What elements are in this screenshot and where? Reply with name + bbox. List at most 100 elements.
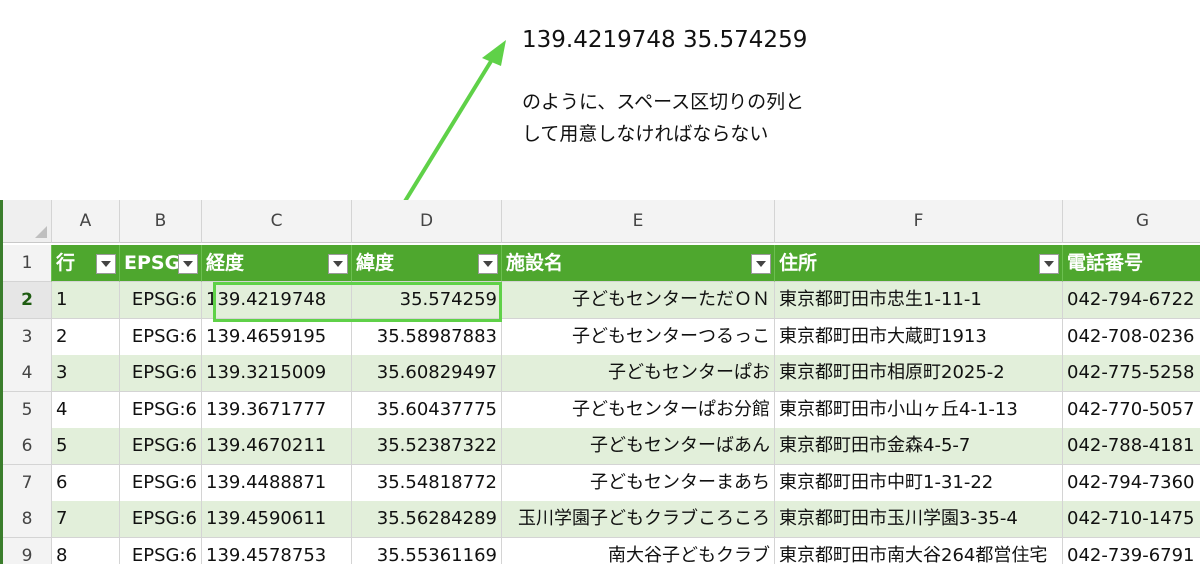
data-cell[interactable]: 139.3671777 [202, 391, 352, 429]
data-cell[interactable]: 3 [52, 355, 120, 392]
filter-dropdown-icon[interactable] [1039, 254, 1059, 274]
data-cell[interactable]: 042-710-1475 [1063, 501, 1200, 538]
data-cell[interactable]: 5 [52, 428, 120, 465]
data-cell[interactable]: 子どもセンターぱお分館 [502, 391, 775, 429]
data-cell[interactable]: EPSG:6 [120, 464, 202, 502]
data-cell[interactable]: 4 [52, 391, 120, 429]
data-cell[interactable]: 139.3215009 [202, 355, 352, 392]
data-cell[interactable]: 35.574259 [352, 282, 502, 319]
column-header-e[interactable]: E [502, 200, 775, 243]
table-header-cell[interactable]: 施設名 [502, 245, 775, 282]
header-label: 施設名 [506, 252, 564, 274]
data-cell[interactable]: 139.4578753 [202, 537, 352, 564]
column-header-c[interactable]: C [202, 200, 352, 243]
table-header-cell[interactable]: EPSG [120, 245, 202, 282]
column-header-a[interactable]: A [52, 200, 120, 243]
column-header-b[interactable]: B [120, 200, 202, 243]
data-cell[interactable]: 南大谷子どもクラブ [502, 537, 775, 564]
table-row: 6 5 EPSG:6 139.4670211 35.52387322 子どもセンターばあん… [3, 428, 1200, 465]
data-cell[interactable]: 東京都町田市忠生1-11-1 [775, 282, 1063, 319]
table-header-cell[interactable]: 住所 [775, 245, 1063, 282]
data-cell[interactable]: 35.52387322 [352, 428, 502, 465]
column-header-row: ABCDEFG [3, 200, 1200, 243]
table-header-cell[interactable]: 緯度 [352, 245, 502, 282]
data-cell[interactable]: 東京都町田市金森4-5-7 [775, 428, 1063, 465]
select-all-corner[interactable] [3, 200, 52, 243]
table-row: 7 6 EPSG:6 139.4488871 35.54818772 子どもセンターまあち… [3, 464, 1200, 502]
data-cell[interactable]: 東京都町田市大蔵町1913 [775, 318, 1063, 356]
data-cell[interactable]: 子どもセンターただＯＮ [502, 282, 775, 319]
row-number[interactable]: 8 [3, 501, 52, 538]
data-cell[interactable]: 042-775-5258 [1063, 355, 1200, 392]
filter-dropdown-icon[interactable] [328, 254, 348, 274]
header-label: 経度 [206, 252, 245, 274]
data-cell[interactable]: EPSG:6 [120, 537, 202, 564]
data-cell[interactable]: 1 [52, 282, 120, 319]
data-cell[interactable]: 35.55361169 [352, 537, 502, 564]
filter-dropdown-icon[interactable] [96, 254, 116, 274]
data-cell[interactable]: 玉川学園子どもクラブころころ [502, 501, 775, 538]
spreadsheet-grid: A B C D E F G 1 行 EPSG 経度 緯度 施設名 住所 電話番号 2 1 EPSG:6 139.42… [0, 200, 1200, 564]
data-cell[interactable]: 042-794-7360 [1063, 465, 1200, 502]
data-cell[interactable]: 35.60437775 [352, 391, 502, 429]
data-cell[interactable]: 子どもセンターまあち [502, 464, 775, 502]
data-cell[interactable]: 35.54818772 [352, 464, 502, 502]
table-row: 3 2 EPSG:6 139.4659195 35.58987883 子どもセンターつるっ… [3, 318, 1200, 356]
column-header-f[interactable]: F [775, 200, 1063, 243]
data-cell[interactable]: EPSG:6 [120, 318, 202, 356]
header-label: 住所 [779, 252, 818, 274]
filter-dropdown-icon[interactable] [178, 254, 198, 274]
data-cell[interactable]: EPSG:6 [120, 501, 202, 538]
data-cell[interactable]: 2 [52, 318, 120, 356]
column-header-g[interactable]: G [1063, 200, 1200, 243]
data-cell[interactable]: 子どもセンターつるっこ [502, 318, 775, 356]
data-cell[interactable]: 139.4670211 [202, 428, 352, 465]
data-cell[interactable]: 東京都町田市相原町2025-2 [775, 355, 1063, 392]
table-header-cell[interactable]: 行 [52, 245, 120, 282]
data-cell[interactable]: 35.58987883 [352, 318, 502, 356]
column-header-d[interactable]: D [352, 200, 502, 243]
data-cell[interactable]: 042-739-6791 [1063, 538, 1200, 564]
data-cell[interactable]: EPSG:6 [120, 391, 202, 429]
data-cell[interactable]: 子どもセンターばあん [502, 428, 775, 465]
filter-dropdown-icon[interactable] [751, 254, 771, 274]
data-cell[interactable]: 子どもセンターぱお [502, 355, 775, 392]
data-cell[interactable]: 7 [52, 501, 120, 538]
data-cell[interactable]: 東京都町田市小山ヶ丘4-1-13 [775, 391, 1063, 429]
table-header-cell[interactable]: 電話番号 [1063, 245, 1200, 282]
row-number[interactable]: 9 [3, 537, 52, 564]
data-cell[interactable]: 8 [52, 537, 120, 564]
data-cell[interactable]: 東京都町田市南大谷264都営住宅 [775, 537, 1063, 564]
data-cell[interactable]: 042-794-6722 [1063, 282, 1200, 319]
data-cell[interactable]: 139.4488871 [202, 464, 352, 502]
header-label: 行 [56, 252, 76, 274]
row-number[interactable]: 7 [3, 464, 52, 502]
row-number[interactable]: 4 [3, 355, 52, 392]
row-number[interactable]: 6 [3, 428, 52, 465]
filter-dropdown-icon[interactable] [478, 254, 498, 274]
table-row: 5 4 EPSG:6 139.3671777 35.60437775 子どもセンターぱお分… [3, 391, 1200, 429]
row-number[interactable]: 5 [3, 391, 52, 429]
data-cell[interactable]: EPSG:6 [120, 355, 202, 392]
table-row: 9 8 EPSG:6 139.4578753 35.55361169 南大谷子どもクラブ東… [3, 537, 1200, 564]
row-number[interactable]: 1 [3, 245, 52, 282]
data-cell[interactable]: EPSG:6 [120, 282, 202, 319]
data-cell[interactable]: 東京都町田市玉川学園3-35-4 [775, 501, 1063, 538]
select-all-triangle-icon [35, 226, 47, 238]
row-number[interactable]: 3 [3, 318, 52, 356]
data-cell[interactable]: 139.4659195 [202, 318, 352, 356]
data-cell[interactable]: 35.60829497 [352, 355, 502, 392]
data-cell[interactable]: 6 [52, 464, 120, 502]
data-cell[interactable]: 042-770-5057 [1063, 392, 1200, 429]
data-cell[interactable]: EPSG:6 [120, 428, 202, 465]
row-number[interactable]: 2 [3, 282, 52, 319]
annotation-note: のように、スペース区切りの列と して用意しなければならない [522, 86, 804, 150]
data-cell[interactable]: 139.4590611 [202, 501, 352, 538]
data-cell[interactable]: 東京都町田市中町1-31-22 [775, 464, 1063, 502]
data-cell[interactable]: 139.4219748 [202, 282, 352, 319]
data-cell[interactable]: 35.56284289 [352, 501, 502, 538]
table-header-cell[interactable]: 経度 [202, 245, 352, 282]
header-label: 電話番号 [1067, 252, 1144, 274]
data-cell[interactable]: 042-708-0236 [1063, 319, 1200, 356]
data-cell[interactable]: 042-788-4181 [1063, 428, 1200, 465]
